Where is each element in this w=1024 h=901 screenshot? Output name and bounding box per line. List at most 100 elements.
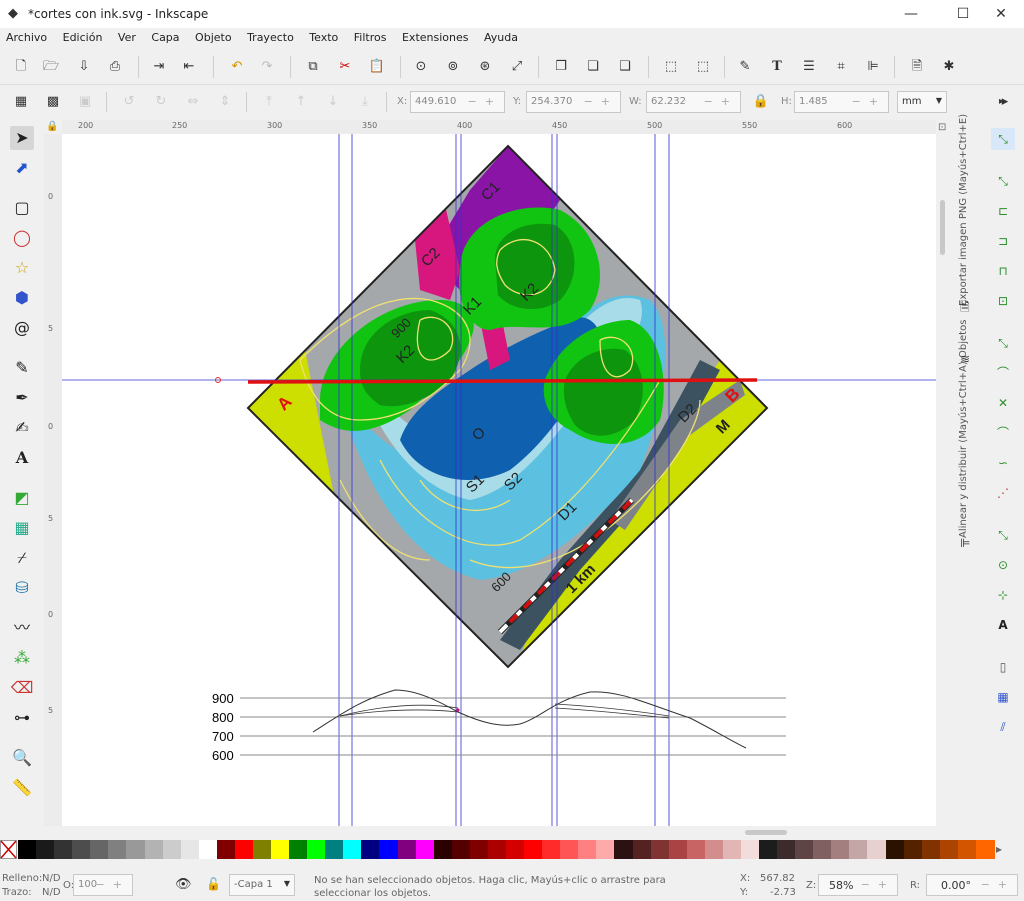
palette-swatch[interactable] — [144, 840, 164, 859]
vertical-ruler[interactable]: 0 5 0 5 0 5 — [44, 134, 63, 826]
document-properties-icon[interactable]: 🗎 — [908, 58, 926, 76]
palette-swatch[interactable] — [216, 840, 236, 859]
palette-swatch[interactable] — [234, 840, 254, 859]
horizontal-scrollbar[interactable] — [745, 830, 787, 835]
snap-enable-icon[interactable]: ⤡ — [991, 128, 1015, 150]
palette-swatch[interactable] — [162, 840, 182, 859]
palette-swatch[interactable] — [704, 840, 724, 859]
group-icon[interactable]: ⬚ — [662, 58, 680, 76]
layer-lock-icon[interactable]: 🔓 — [206, 877, 221, 891]
snap-cusp-nodes-icon[interactable]: ⌒ — [991, 422, 1015, 444]
snap-grids-icon[interactable]: ▦ — [991, 686, 1015, 708]
palette-swatch[interactable] — [975, 840, 995, 859]
mesh-tool-icon[interactable]: ▦ — [10, 516, 34, 540]
star-tool-icon[interactable]: ☆ — [10, 256, 34, 280]
eraser-tool-icon[interactable]: ⌫ — [10, 676, 34, 700]
snap-text-baseline-icon[interactable]: A — [991, 614, 1015, 636]
palette-swatch[interactable] — [36, 840, 56, 859]
fill-stroke-icon[interactable]: ✎ — [736, 58, 754, 76]
palette-swatch[interactable] — [361, 840, 381, 859]
palette-swatch[interactable] — [578, 840, 598, 859]
rotate-ccw-icon[interactable]: ↺ — [120, 93, 138, 111]
palette-swatch[interactable] — [903, 840, 923, 859]
export-icon[interactable]: ⇤ — [180, 58, 198, 76]
units-select[interactable]: mm ▼ — [897, 91, 947, 113]
zoom-drawing-icon[interactable]: ⊚ — [444, 58, 462, 76]
width-field[interactable]: W: 62.232 −+ — [629, 91, 741, 113]
text-font-icon[interactable]: T — [768, 58, 786, 76]
palette-swatch[interactable] — [198, 840, 218, 859]
snap-intersections-icon[interactable]: ✕ — [991, 392, 1015, 414]
spray-tool-icon[interactable]: ⁂ — [10, 646, 34, 670]
palette-swatch[interactable] — [668, 840, 688, 859]
snap-smooth-nodes-icon[interactable]: ∽ — [991, 452, 1015, 474]
palette-swatch[interactable] — [379, 840, 399, 859]
new-document-icon[interactable]: 🗋 — [12, 58, 30, 76]
ellipse-tool-icon[interactable]: ◯ — [10, 226, 34, 250]
horizontal-ruler[interactable]: 200 250 300 350 400 450 500 550 600 — [62, 120, 936, 135]
deselect-icon[interactable]: ▣ — [76, 93, 94, 111]
palette-swatch[interactable] — [397, 840, 417, 859]
eye-visibility-icon[interactable]: 👁 — [175, 877, 192, 892]
palette-swatch[interactable] — [72, 840, 92, 859]
x-field[interactable]: X: 449.610 −+ — [397, 91, 505, 113]
align-distribute-tab[interactable]: Alinear y distribuir (Mayús+Ctrl+A) — [958, 361, 976, 538]
palette-swatch[interactable] — [560, 840, 580, 859]
rectangle-tool-icon[interactable]: ▢ — [10, 196, 34, 220]
palette-swatch[interactable] — [451, 840, 471, 859]
flip-horizontal-icon[interactable]: ⇔ — [184, 93, 202, 111]
menu-filtros[interactable]: Filtros — [348, 28, 393, 48]
palette-swatch[interactable] — [867, 840, 887, 859]
drawing-svg[interactable]: C1 C2 K1 K2 K2 900 O S1 S2 D1 D2 M 600 1… — [62, 134, 936, 826]
zoom-page-width-icon[interactable]: ⤢ — [508, 58, 526, 76]
snap-bbox-icon[interactable]: ⤡ — [991, 170, 1015, 192]
palette-swatch[interactable] — [957, 840, 977, 859]
lower-icon[interactable]: ↓ — [324, 93, 342, 111]
undo-icon[interactable]: ↶ — [228, 58, 246, 76]
palette-swatch[interactable] — [759, 840, 779, 859]
palette-swatch[interactable] — [813, 840, 833, 859]
snap-paths-icon[interactable]: ⌒ — [991, 362, 1015, 384]
scroll-corner-icon[interactable]: ⊡ — [938, 122, 946, 133]
menu-edicion[interactable]: Edición — [57, 28, 109, 48]
palette-swatch[interactable] — [325, 840, 345, 859]
vertical-scrollbar[interactable] — [940, 200, 945, 255]
current-layer-select[interactable]: -Capa 1 ▼ — [229, 874, 295, 896]
clone-icon[interactable]: ❏ — [584, 58, 602, 76]
layers-icon[interactable]: ☰ — [800, 58, 818, 76]
y-field[interactable]: Y: 254.370 −+ — [513, 91, 621, 113]
palette-swatch[interactable] — [632, 840, 652, 859]
pen-tool-icon[interactable]: ✒ — [10, 386, 34, 410]
snap-bbox-corners-icon[interactable]: ⊐ — [991, 230, 1015, 252]
pencil-tool-icon[interactable]: ✎ — [10, 356, 34, 380]
xml-editor-icon[interactable]: ⌗ — [832, 58, 850, 76]
zoom-page-icon[interactable]: ⊛ — [476, 58, 494, 76]
ungroup-icon[interactable]: ⬚ — [694, 58, 712, 76]
export-png-tab[interactable]: Exportar imagen PNG (Mayús+Ctrl+E) — [958, 114, 976, 306]
connector-tool-icon[interactable]: ⊶ — [10, 706, 34, 730]
minimize-button[interactable]: — — [888, 0, 934, 28]
menu-texto[interactable]: Texto — [303, 28, 344, 48]
dropper-tool-icon[interactable]: ⌿ — [10, 546, 34, 570]
menu-ayuda[interactable]: Ayuda — [478, 28, 524, 48]
stroke-value[interactable]: N/D — [42, 887, 61, 898]
menu-objeto[interactable]: Objeto — [189, 28, 238, 48]
opacity-field[interactable]: 100 −+ — [73, 874, 133, 896]
zoom-field[interactable]: 58% −+ — [818, 874, 898, 896]
palette-swatch[interactable] — [939, 840, 959, 859]
palette-swatch[interactable] — [289, 840, 309, 859]
snap-guides-icon[interactable]: ⫽ — [991, 716, 1015, 738]
palette-swatch[interactable] — [614, 840, 634, 859]
snap-object-centers-icon[interactable]: ⊙ — [991, 554, 1015, 576]
topographic-profile[interactable]: 900 800 700 600 — [212, 689, 786, 763]
section-line-ab[interactable] — [247, 378, 758, 384]
palette-swatch[interactable] — [686, 840, 706, 859]
palette-swatch[interactable] — [596, 840, 616, 859]
rotate-cw-icon[interactable]: ↻ — [152, 93, 170, 111]
palette-menu-icon[interactable]: ▸ — [996, 842, 1002, 856]
lock-guides-icon[interactable]: 🔒 — [46, 121, 58, 132]
palette-swatch[interactable] — [90, 840, 110, 859]
snap-bbox-midpoints-icon[interactable]: ⊓ — [991, 260, 1015, 282]
redo-icon[interactable]: ↷ — [258, 58, 276, 76]
snap-line-midpoints-icon[interactable]: ⋰ — [991, 482, 1015, 504]
